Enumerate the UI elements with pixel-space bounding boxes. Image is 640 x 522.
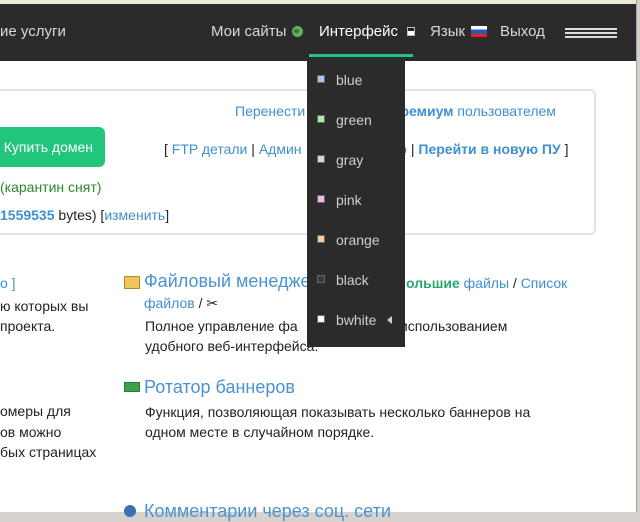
files-list-link[interactable]: файлов [144, 295, 195, 311]
top-navigation-bar: ие услуги Мои сайты Интерфейс Язык Выход [0, 4, 636, 61]
file-manager-desc-2: удобного веб-интерфейса. [145, 338, 319, 354]
selected-caret-icon [387, 316, 392, 324]
nav-services[interactable]: ие услуги [0, 23, 66, 40]
change-link[interactable]: изменить [104, 207, 165, 223]
hamburger-menu-icon[interactable] [565, 28, 617, 38]
big-files-link[interactable]: ольшие [406, 275, 460, 291]
color-swatch-icon [317, 195, 325, 203]
folder-icon [124, 276, 140, 289]
nav-interface-label: Интерфейс [319, 23, 399, 40]
links-close-bracket: ] [564, 141, 569, 157]
window-scrollbar-edge[interactable] [636, 0, 640, 512]
bytes-label: bytes) [ [58, 207, 105, 223]
theme-option-label: pink [336, 192, 362, 208]
theme-option-label: blue [336, 72, 363, 88]
color-swatch-icon [317, 275, 325, 283]
left-text-2: ю которых вы [0, 298, 89, 314]
disk-usage: 1559535 bytes) [изменить] [0, 207, 169, 223]
separator: | [251, 141, 255, 157]
theme-option-label: bwhite [336, 312, 377, 328]
file-manager-links: ольшие файлы / Список [406, 275, 567, 291]
banner-rotator-title[interactable]: Ротатор баннеров [144, 377, 295, 398]
nav-my-sites[interactable]: Мои сайты [211, 23, 304, 40]
theme-option-label: gray [336, 152, 364, 168]
theme-option-blue[interactable]: blue [307, 61, 405, 101]
color-swatch-icon [317, 75, 325, 83]
theme-option-black[interactable]: black [307, 261, 405, 301]
theme-option-label: black [336, 272, 369, 288]
interface-theme-dropdown: blue green gray pink orange black bwhite [307, 61, 405, 347]
theme-option-green[interactable]: green [307, 101, 405, 141]
separator: | [410, 141, 415, 157]
color-swatch-icon [317, 235, 325, 243]
move-link[interactable]: Перенести [235, 103, 305, 119]
banner-rotator-desc-2: одном месте в случайном порядке. [145, 424, 375, 440]
links-open-bracket: [ [164, 141, 168, 157]
color-swatch-icon [317, 315, 325, 323]
list-link[interactable]: Список [521, 275, 568, 291]
file-manager-links-2: файлов / ✂ [144, 295, 218, 312]
nav-language[interactable]: Язык [430, 23, 488, 40]
quarantine-status: (карантин снят) [0, 179, 102, 195]
bytes-count: 1559535 [0, 207, 55, 223]
bytes-close-bracket: ] [165, 207, 170, 223]
theme-swatch-icon [407, 27, 416, 36]
buy-domain-button[interactable]: Купить домен [0, 127, 105, 167]
theme-option-pink[interactable]: pink [307, 181, 405, 221]
left-text-5: ов можно [0, 424, 62, 440]
left-text-4: омеры для [0, 403, 71, 419]
file-manager-title[interactable]: Файловый менедже [144, 271, 311, 292]
left-link-partial[interactable]: о ] [0, 275, 16, 291]
comments-icon [124, 505, 136, 517]
ftp-details-link[interactable]: FTP детали [172, 141, 248, 157]
banner-icon [124, 382, 140, 392]
premium-suffix: пользователем [457, 103, 556, 119]
left-text-1: о ] [0, 275, 16, 291]
slash: / [512, 275, 517, 291]
banner-rotator-desc-1: Функция, позволяющая показывать нескольк… [145, 404, 531, 420]
slash: / [198, 295, 203, 311]
files-link[interactable]: файлы [464, 275, 509, 291]
new-panel-link[interactable]: Перейти в новую ПУ [418, 141, 560, 157]
theme-option-gray[interactable]: gray [307, 141, 405, 181]
russian-flag-icon [471, 26, 488, 37]
color-swatch-icon [317, 115, 325, 123]
color-swatch-icon [317, 155, 325, 163]
theme-option-label: orange [336, 232, 380, 248]
nav-language-label: Язык [430, 23, 466, 40]
nav-interface[interactable]: Интерфейс [319, 23, 416, 40]
theme-option-orange[interactable]: orange [307, 221, 405, 261]
nav-exit[interactable]: Выход [500, 23, 545, 40]
globe-icon [292, 26, 304, 37]
file-manager-desc-1a: Полное управление фа [145, 318, 298, 334]
left-text-3: проекта. [0, 318, 56, 334]
admin-link[interactable]: Админ [259, 141, 302, 157]
nav-my-sites-label: Мои сайты [211, 23, 287, 40]
theme-option-bwhite[interactable]: bwhite [307, 301, 405, 341]
scissors-icon[interactable]: ✂ [206, 295, 218, 311]
active-tab-underline [309, 54, 413, 57]
left-text-6: бых страницах [0, 444, 97, 460]
theme-option-label: green [336, 112, 372, 128]
